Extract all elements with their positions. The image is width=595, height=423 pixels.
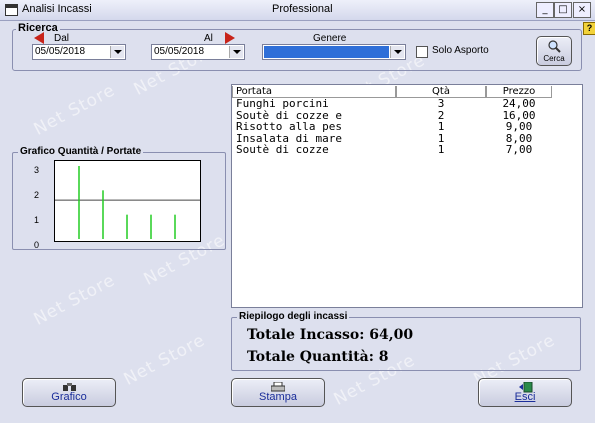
watermark: Net Store — [120, 330, 209, 390]
watermark: Net Store — [30, 80, 119, 140]
y-tick-label: 0 — [34, 240, 40, 250]
cell-portata: Soutè di cozze — [236, 143, 329, 156]
chevron-down-icon[interactable] — [229, 46, 243, 58]
window-icon — [5, 4, 18, 16]
genre-select[interactable] — [262, 44, 406, 60]
from-date-picker[interactable]: 05/05/2018 — [32, 44, 126, 60]
y-tick-label: 3 — [34, 165, 40, 175]
window-subtitle: Professional — [272, 3, 333, 15]
to-date-picker[interactable]: 05/05/2018 — [151, 44, 245, 60]
print-button-label: Stampa — [259, 391, 297, 403]
y-tick-label: 1 — [34, 215, 40, 225]
y-tick-label: 2 — [34, 190, 40, 200]
chart-y-axis: 3 2 1 0 — [34, 158, 39, 258]
from-date-label: Dal — [54, 33, 70, 44]
minimize-button[interactable]: _ — [536, 2, 554, 18]
takeaway-checkbox[interactable] — [416, 46, 428, 58]
quantity-chart — [55, 166, 200, 239]
genre-label: Genere — [313, 33, 347, 44]
cell-prezzo: 7,00 — [505, 143, 533, 156]
print-button[interactable]: Stampa — [231, 378, 325, 407]
chart-group-label: Grafico Quantità / Portate — [18, 146, 144, 157]
cell-qta: 3 — [437, 97, 445, 110]
window-title: Analisi Incassi — [22, 3, 92, 15]
chevron-down-icon[interactable] — [110, 46, 124, 58]
close-button[interactable]: × — [573, 2, 591, 18]
dishes-table: Portata Qtà Prezzo Funghi porcini 3 24,00 S… — [231, 84, 583, 308]
chart-plot — [54, 160, 201, 242]
search-button[interactable]: Cerca — [536, 36, 572, 66]
magnifier-icon — [548, 40, 561, 53]
cell-prezzo: 24,00 — [502, 97, 536, 110]
chevron-down-icon[interactable] — [390, 46, 404, 58]
search-button-label: Cerca — [543, 54, 565, 63]
chart-button[interactable]: Grafico — [22, 378, 116, 407]
from-date-value: 05/05/2018 — [35, 46, 86, 57]
exit-button[interactable]: Esci — [478, 378, 572, 407]
help-icon[interactable]: ? — [583, 22, 595, 35]
watermark: Net Store — [30, 270, 119, 330]
date-back-arrow-icon[interactable] — [34, 32, 44, 44]
summary-group-label: Riepilogo degli incassi — [237, 311, 350, 322]
table-row[interactable]: Funghi porcini 3 24,00 — [232, 98, 580, 110]
date-forward-arrow-icon[interactable] — [225, 32, 235, 44]
table-row[interactable]: Soutè di cozze 1 7,00 — [232, 144, 580, 156]
to-date-value: 05/05/2018 — [154, 46, 205, 57]
exit-button-label: Esci — [514, 391, 536, 403]
to-date-label: Al — [204, 33, 213, 44]
cell-qta: 1 — [437, 143, 445, 156]
total-income: Totale Incasso: 64,00 — [247, 327, 414, 343]
takeaway-label: Solo Asporto — [432, 45, 489, 56]
title-bar: Analisi Incassi Professional _ □ × — [0, 0, 595, 21]
cell-qta: 1 — [437, 120, 445, 133]
maximize-button[interactable]: □ — [554, 2, 572, 18]
chart-button-label: Grafico — [51, 391, 87, 403]
cell-portata: Funghi porcini — [236, 97, 329, 110]
cell-portata: Risotto alla pes — [236, 120, 342, 133]
table-row[interactable]: Risotto alla pes 1 9,00 — [232, 121, 580, 133]
table-body: Funghi porcini 3 24,00 Soutè di cozze e 2 16,… — [232, 98, 580, 156]
cell-prezzo: 9,00 — [505, 120, 533, 133]
genre-selection-highlight — [264, 46, 389, 58]
total-quantity: Totale Quantità: 8 — [247, 349, 389, 365]
